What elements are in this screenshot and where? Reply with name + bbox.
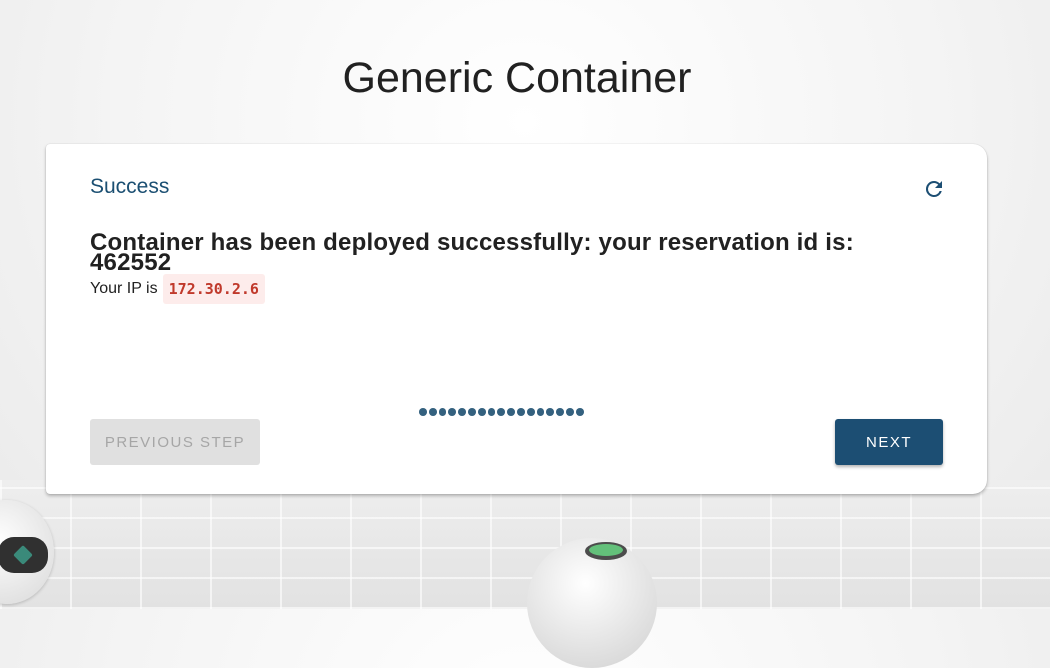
step-dot xyxy=(556,408,564,416)
step-dot xyxy=(526,408,535,416)
robot-face xyxy=(0,537,48,573)
reservation-id: 462552 xyxy=(90,249,172,276)
deployment-card: Success Container has been deployed succ… xyxy=(46,144,987,494)
step-dot xyxy=(546,408,555,416)
status-title: Success xyxy=(90,175,170,198)
next-button[interactable]: NEXT xyxy=(835,419,943,465)
deployment-message-line1: Container has been deployed successfully… xyxy=(90,229,854,256)
step-dot xyxy=(516,408,525,416)
robot-eye-icon xyxy=(13,545,33,565)
robot-illustration-center xyxy=(527,538,657,668)
previous-step-button[interactable]: PREVIOUS STEP xyxy=(90,419,260,465)
step-dot xyxy=(477,408,486,416)
step-dot xyxy=(428,408,437,416)
step-dot xyxy=(458,408,466,416)
robot-lens xyxy=(585,542,627,560)
ip-prefix: Your IP is xyxy=(90,280,158,297)
step-progress-dots xyxy=(419,408,584,416)
step-dot xyxy=(497,408,506,416)
step-dot xyxy=(419,408,427,416)
step-dot xyxy=(565,408,574,416)
deployment-message: Container has been deployed successfully… xyxy=(90,229,910,276)
step-dot xyxy=(438,408,447,416)
step-dot xyxy=(487,408,496,416)
step-dot xyxy=(575,408,584,416)
step-dot xyxy=(448,408,457,416)
step-dot xyxy=(536,408,545,416)
robot-lens-inner xyxy=(589,544,623,556)
background-floor xyxy=(0,480,1050,609)
page-title: Generic Container xyxy=(342,54,692,102)
ip-address: 172.30.2.6 xyxy=(162,274,265,304)
step-dot xyxy=(507,408,515,416)
ip-line: Your IP is 172.30.2.6 xyxy=(90,274,265,304)
refresh-icon[interactable] xyxy=(922,177,946,201)
step-dot xyxy=(467,408,476,416)
